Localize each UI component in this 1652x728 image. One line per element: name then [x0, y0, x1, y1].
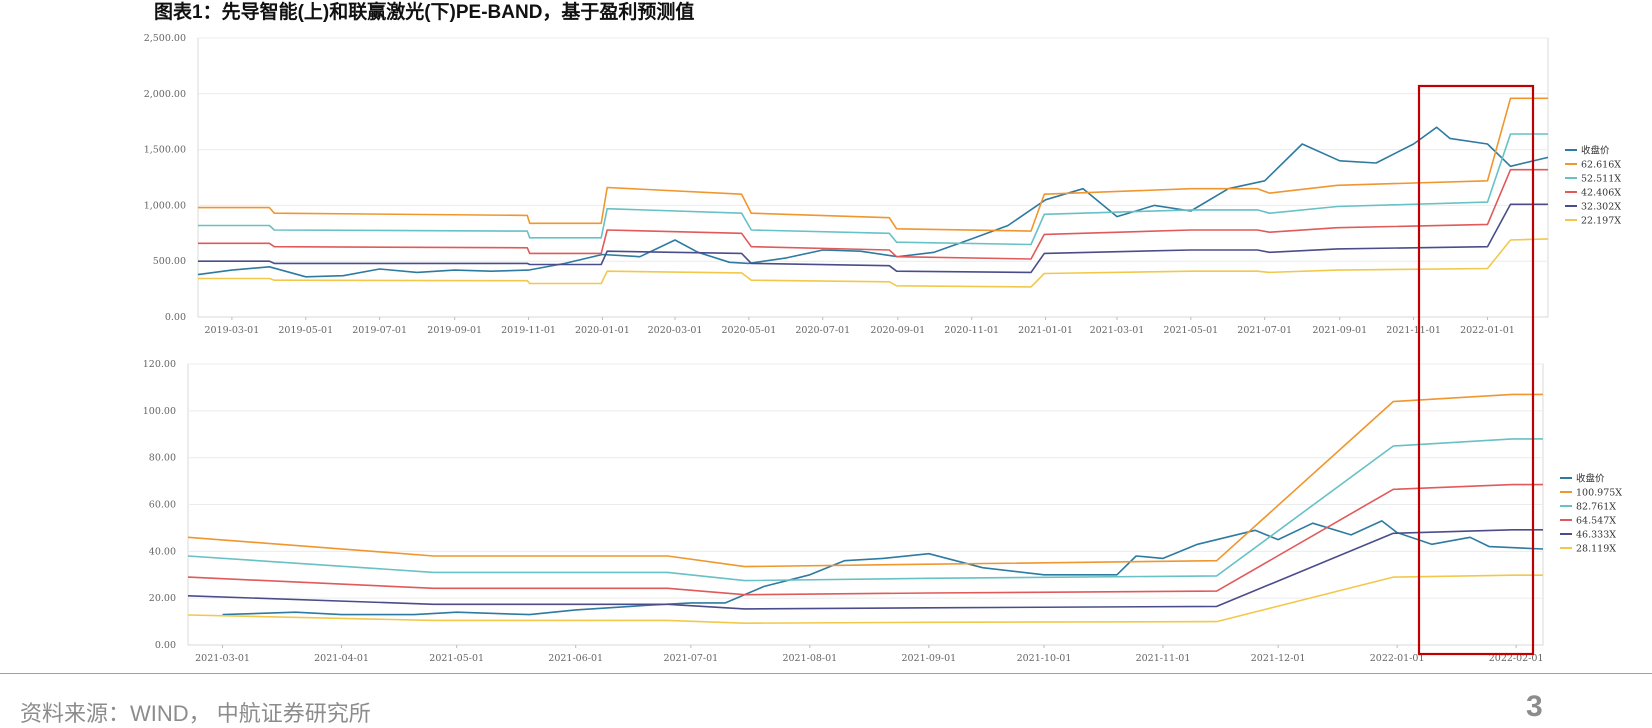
x-tick-label: 2021-05-01: [1163, 325, 1218, 336]
series-line-3: [187, 483, 1543, 596]
x-tick-label: 2019-03-01: [205, 325, 260, 336]
x-tick-label: 2022-01-01: [1370, 653, 1425, 664]
x-tick-label: 2021-07-01: [1237, 325, 1292, 336]
y-tick-label: 40.00: [149, 546, 176, 557]
footer-divider: [0, 673, 1652, 674]
legend-label: 82.761X: [1576, 502, 1616, 513]
x-tick-label: 2021-09-01: [901, 653, 956, 664]
legend-label: 62.616X: [1581, 160, 1621, 171]
highlight-box: [1417, 84, 1535, 656]
y-tick-label: 80.00: [149, 453, 176, 464]
legend-label: 收盘价: [1576, 473, 1605, 485]
legend-label: 46.333X: [1576, 530, 1616, 541]
y-tick-label: 20.00: [149, 593, 176, 604]
x-tick-label: 2019-05-01: [278, 325, 333, 336]
x-tick-label: 2021-12-01: [1251, 653, 1306, 664]
y-tick-label: 0.00: [155, 640, 176, 651]
x-tick-label: 2021-01-01: [1018, 325, 1073, 336]
y-tick-label: 500.00: [153, 256, 186, 267]
legend-label: 22.197X: [1581, 216, 1621, 227]
y-tick-label: 1,500.00: [144, 145, 186, 156]
x-tick-label: 2020-05-01: [722, 325, 777, 336]
x-tick-label: 2019-07-01: [352, 325, 407, 336]
series-line-1: [187, 393, 1543, 568]
legend-label: 32.302X: [1581, 202, 1621, 213]
x-tick-label: 2020-07-01: [795, 325, 850, 336]
series-line-0: [222, 520, 1544, 616]
x-tick-label: 2020-09-01: [870, 325, 925, 336]
legend-label: 28.119X: [1576, 544, 1616, 555]
legend-label: 收盘价: [1581, 145, 1610, 157]
x-tick-label: 2021-09-01: [1312, 325, 1367, 336]
x-tick-label: 2021-05-01: [429, 653, 484, 664]
x-tick-label: 2021-07-01: [663, 653, 718, 664]
y-tick-label: 60.00: [149, 500, 176, 511]
x-tick-label: 2021-10-01: [1017, 653, 1072, 664]
series-line-5: [187, 574, 1543, 624]
y-tick-label: 120.00: [143, 359, 176, 370]
pe-band-charts: 0.00 500.00 1,000.00 1,500.00 2,000.00 2,500.…: [143, 33, 1623, 664]
series-line-1: [198, 97, 1548, 232]
x-tick-label: 2019-09-01: [427, 325, 482, 336]
x-tick-label: 2020-01-01: [575, 325, 630, 336]
x-tick-label: 2021-11-01: [1386, 325, 1441, 336]
x-tick-label: 2021-11-01: [1136, 653, 1191, 664]
page-number: 3: [1526, 690, 1543, 723]
x-tick-label: 2021-06-01: [548, 653, 603, 664]
x-tick-label: 2020-03-01: [648, 325, 703, 336]
x-tick-label: 2021-03-01: [195, 653, 250, 664]
legend-label: 100.975X: [1576, 488, 1622, 499]
x-tick-label: 2020-11-01: [944, 325, 999, 336]
legend-label: 64.547X: [1576, 516, 1616, 527]
source-note: 资料来源：WIND， 中航证券研究所: [20, 701, 371, 726]
y-tick-label: 100.00: [143, 406, 176, 417]
chart-2: 0.00 20.00 40.00 60.00 80.00 100.00 120.00 2021…: [143, 359, 1623, 664]
x-tick-label: 2019-11-01: [501, 325, 556, 336]
x-tick-label: 2021-03-01: [1090, 325, 1145, 336]
x-tick-label: 2022-01-01: [1460, 325, 1515, 336]
y-tick-label: 2,000.00: [144, 89, 186, 100]
y-tick-label: 0.00: [165, 312, 186, 323]
x-tick-label: 2021-04-01: [314, 653, 369, 664]
x-tick-label: 2021-08-01: [782, 653, 837, 664]
chart-1: 0.00 500.00 1,000.00 1,500.00 2,000.00 2,500.…: [144, 33, 1622, 336]
legend-label: 52.511X: [1581, 174, 1621, 185]
y-tick-label: 2,500.00: [144, 33, 186, 44]
legend-label: 42.406X: [1581, 188, 1621, 199]
plot-frame: [197, 37, 1549, 318]
y-tick-label: 1,000.00: [144, 200, 186, 211]
